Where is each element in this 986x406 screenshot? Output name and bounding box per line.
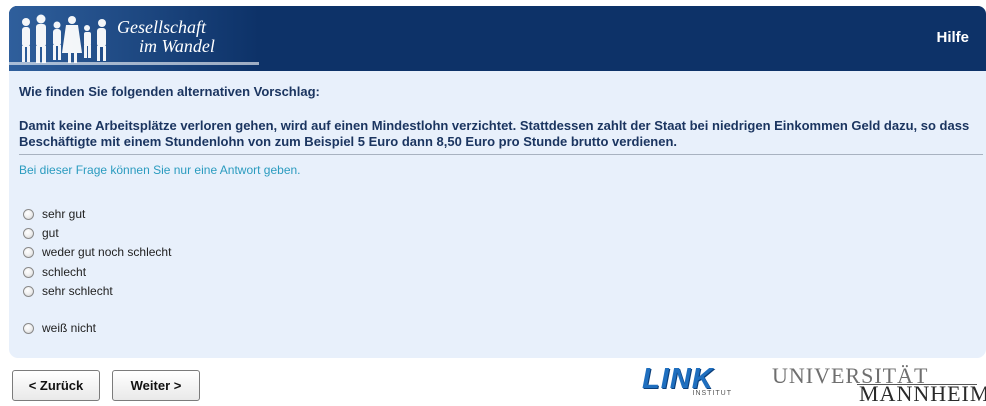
option-label: schlecht — [42, 265, 87, 279]
option-label: weder gut noch schlecht — [42, 245, 172, 259]
option-weiss-nicht[interactable]: weiß nicht — [23, 319, 96, 337]
radio-button[interactable] — [23, 246, 34, 258]
option-sehr-gut[interactable]: sehr gut — [23, 205, 85, 223]
universitaet-mannheim-logo: UNIVERSITÄT MANNHEIM — [772, 364, 986, 406]
option-label: sehr gut — [42, 207, 86, 221]
back-button[interactable]: < Zurück — [12, 370, 100, 401]
radio-button[interactable] — [23, 285, 34, 297]
divider — [19, 154, 983, 155]
survey-header: Gesellschaft im Wandel Hilfe — [9, 6, 986, 71]
uni-logo-bottom: MANNHEIM — [859, 381, 986, 406]
next-button[interactable]: Weiter > — [112, 370, 200, 401]
brand-line-2: im Wandel — [139, 36, 215, 56]
help-link[interactable]: Hilfe — [936, 29, 969, 46]
question-text: Damit keine Arbeitsplätze verloren gehen… — [19, 118, 970, 149]
option-label: sehr schlecht — [42, 284, 113, 298]
option-sehr-schlecht[interactable]: sehr schlecht — [23, 282, 113, 300]
question-panel: Wie finden Sie folgenden alternativen Vo… — [9, 71, 986, 358]
radio-button[interactable] — [23, 266, 34, 278]
option-gut[interactable]: gut — [23, 224, 59, 242]
link-institut-logo: LINK INSTITUT — [642, 364, 734, 402]
radio-button[interactable] — [23, 227, 34, 239]
question-title: Wie finden Sie folgenden alternativen Vo… — [19, 84, 320, 99]
option-label: gut — [42, 226, 59, 240]
option-weder-gut-noch-schlecht[interactable]: weder gut noch schlecht — [23, 243, 171, 261]
radio-button[interactable] — [23, 208, 34, 220]
answer-hint: Bei dieser Frage können Sie nur eine Ant… — [19, 163, 301, 177]
brand-title: Gesellschaft im Wandel — [117, 18, 215, 56]
option-label: weiß nicht — [42, 321, 97, 335]
brand-line-1: Gesellschaft — [117, 17, 206, 37]
option-schlecht[interactable]: schlecht — [23, 263, 86, 281]
radio-button[interactable] — [23, 322, 34, 334]
link-logo-sub: INSTITUT — [692, 390, 732, 397]
